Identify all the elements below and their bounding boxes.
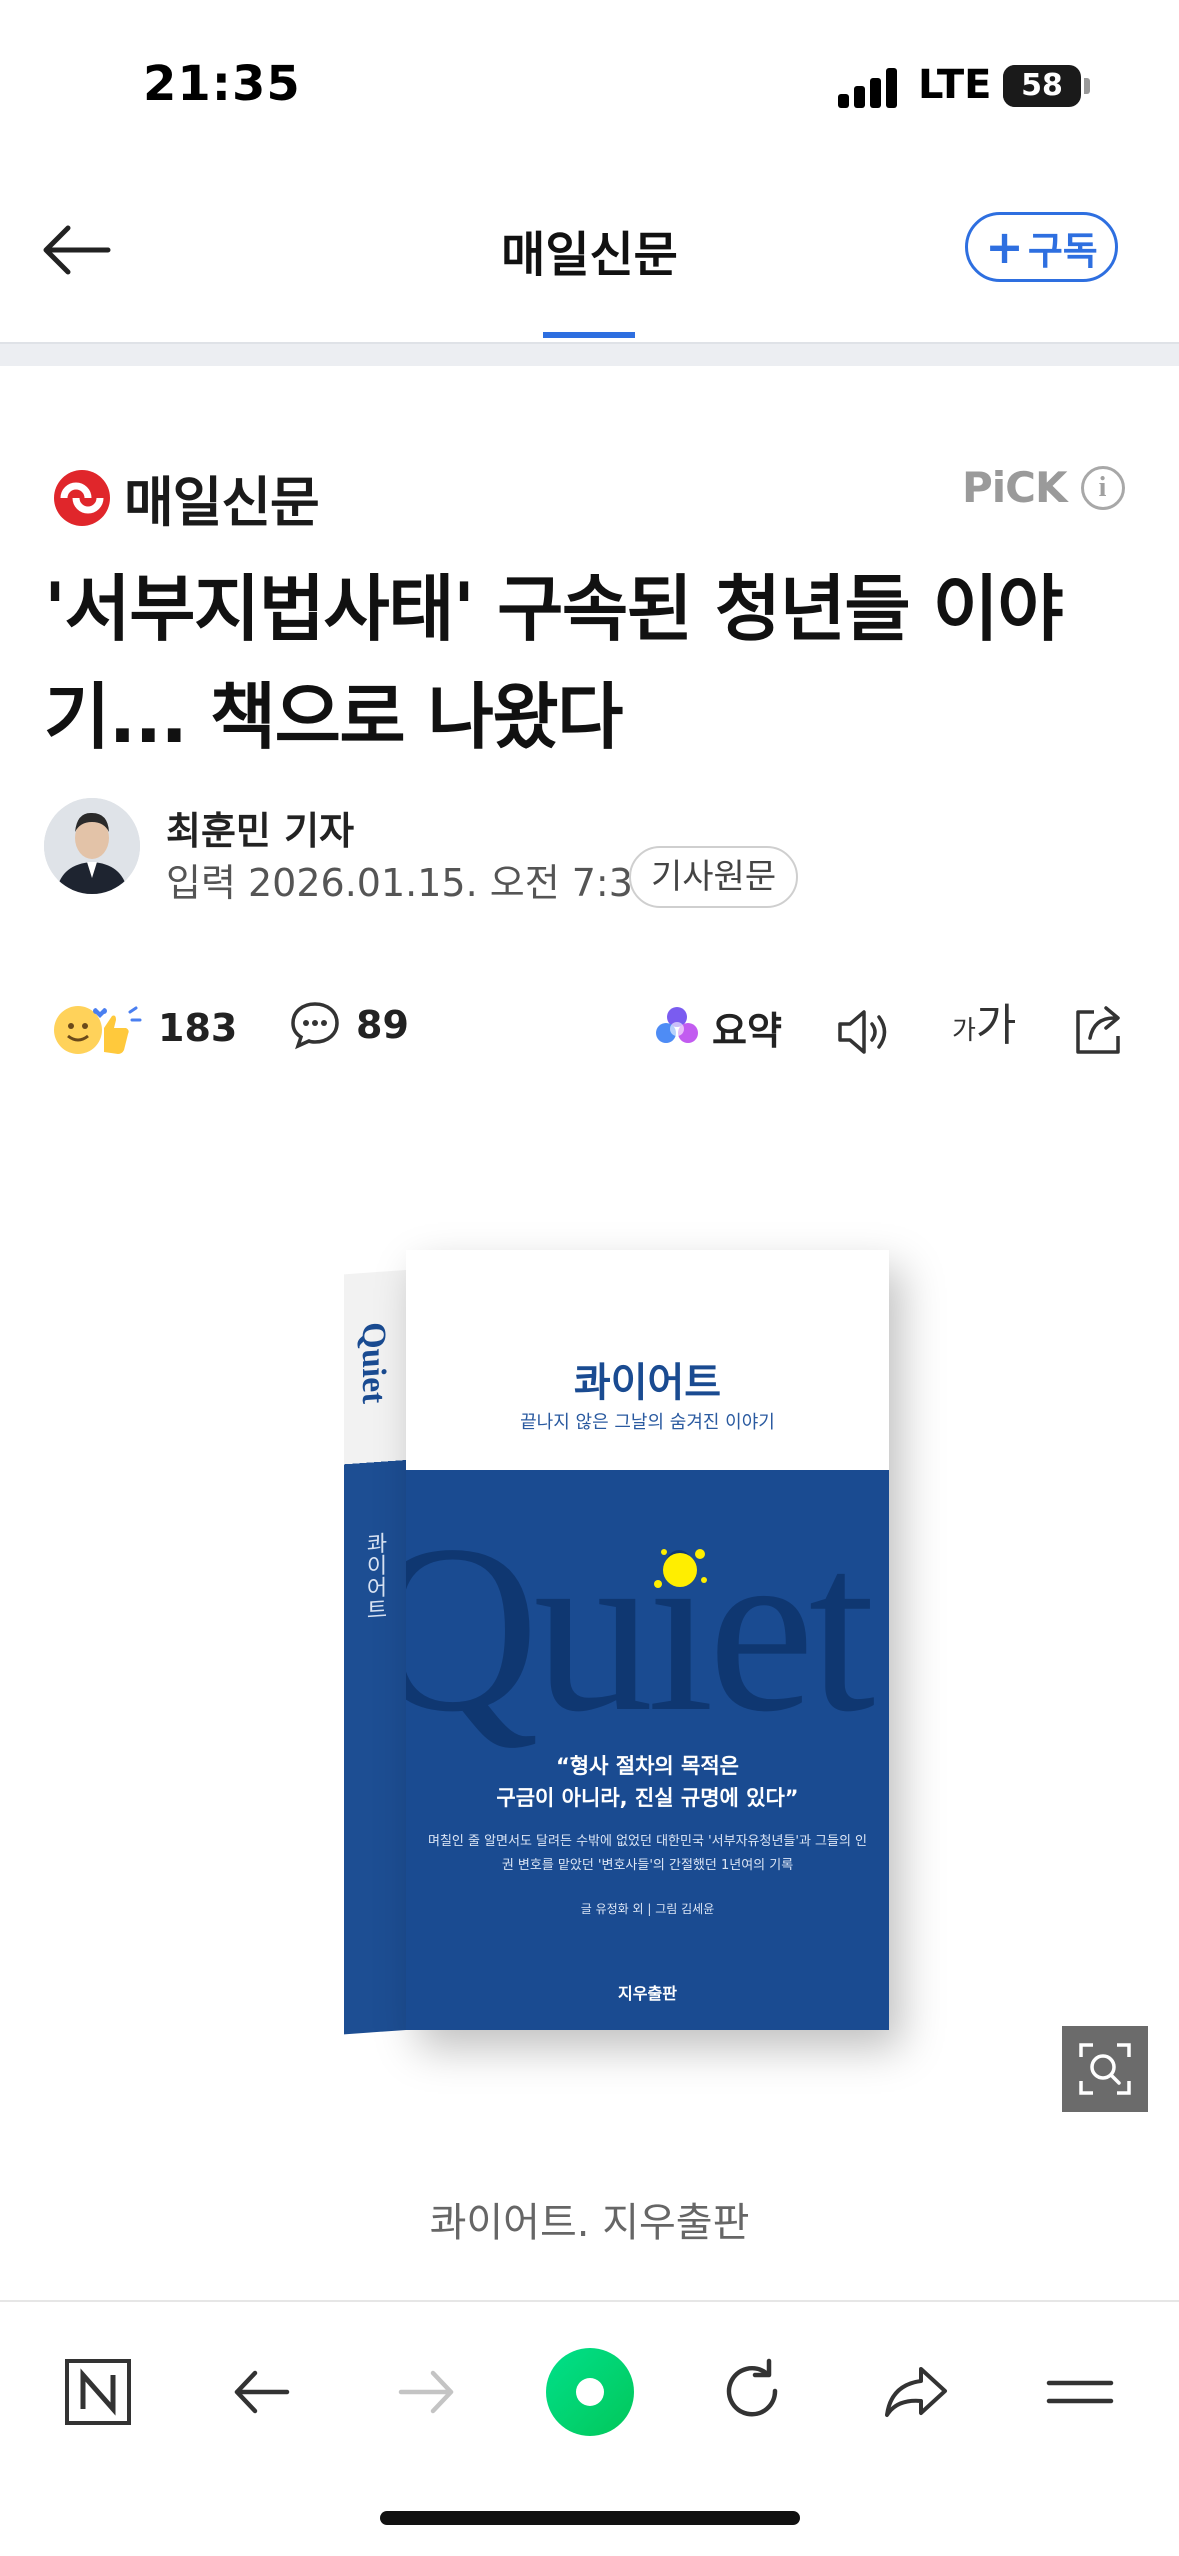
battery-percent: 58 [1021, 68, 1063, 103]
font-size-button[interactable]: 가 가 [952, 1004, 1016, 1048]
status-bar: 21:35 LTE 58 [0, 0, 1179, 170]
reporter-name[interactable]: 최훈민 기자 [166, 800, 354, 855]
reaction-button[interactable]: 183 [52, 998, 237, 1058]
article-actions: 183 89 요약 가 가 [0, 990, 1179, 1080]
battery-icon: 58 [1003, 65, 1081, 107]
green-dot-button[interactable] [540, 2342, 640, 2442]
original-article-button[interactable]: 기사원문 [629, 846, 799, 908]
menu-button[interactable] [1040, 2352, 1120, 2432]
status-time: 21:35 [143, 56, 301, 112]
book-front: 콰이어트 끝나지 않은 그날의 숨겨진 이야기 Quiet “형사 절차의 목적… [406, 1250, 889, 2030]
publish-date: 입력 2026.01.15. 오전 7:31 [166, 861, 658, 905]
reporter-avatar[interactable] [44, 798, 140, 894]
tts-button[interactable] [834, 1004, 898, 1060]
pick-label: PiCK [962, 463, 1068, 512]
book-spine: Quiet 콰이어트 [344, 1270, 406, 2035]
cover-credit: 글 유정화 외 | 그림 김세윤 [580, 1902, 715, 1916]
share-arrow-icon [885, 2367, 947, 2417]
reaction-count: 183 [158, 1006, 238, 1050]
press-logo-icon [54, 469, 110, 526]
comment-button[interactable]: 89 [288, 998, 409, 1052]
cover-big-word: Quiet [406, 1495, 875, 1761]
pick-badge[interactable]: PiCK i [962, 463, 1125, 512]
cover-quote-line-1: “형사 절차의 목적은 [556, 1754, 739, 1778]
zoom-search-icon [1079, 2043, 1131, 2095]
green-dot-icon [546, 2348, 634, 2436]
refresh-button[interactable] [712, 2352, 792, 2432]
share-page-button[interactable] [876, 2352, 956, 2432]
cover-publisher: 지우출판 [618, 1984, 677, 2003]
speaker-icon [838, 1010, 887, 1054]
reaction-emoji-icon [54, 1006, 142, 1054]
press-logo[interactable]: 매일신문 [50, 458, 320, 537]
cover-top: 콰이어트 끝나지 않은 그날의 숨겨진 이야기 [406, 1250, 889, 1470]
font-size-large: 가 [975, 1000, 1017, 1051]
top-navigation: 매일신문 + 구독 [0, 170, 1179, 342]
arrow-left-icon [234, 2370, 290, 2414]
font-size-small: 가 [952, 1016, 976, 1046]
cover-title: 콰이어트 [573, 1359, 722, 1406]
refresh-icon [726, 2358, 778, 2417]
info-icon[interactable]: i [1080, 465, 1125, 510]
naver-home-button[interactable] [58, 2352, 138, 2432]
paint-splash-icon [654, 1549, 707, 1588]
spine-word: Quiet [355, 1320, 392, 1405]
ai-summary-icon [656, 1006, 698, 1043]
cover-quote: “형사 절차의 목적은 구금이 아니라, 진실 규명에 있다” [436, 1750, 859, 1814]
naver-n-icon [65, 2359, 131, 2425]
comment-icon [291, 1002, 339, 1050]
section-divider [0, 342, 1179, 366]
cover-description: 며칠인 줄 알면서도 달려든 수밖에 없었던 대한민국 '서부자유청년들'과 그… [427, 1834, 868, 1873]
cover-subtitle: 끝나지 않은 그날의 숨겨진 이야기 [520, 1412, 775, 1433]
press-name: 매일신문 [124, 471, 320, 534]
subscribe-button[interactable]: + 구독 [965, 212, 1118, 282]
image-zoom-button[interactable] [1062, 2026, 1148, 2112]
comment-count: 89 [356, 1003, 409, 1047]
share-button[interactable] [1068, 1000, 1128, 1060]
signal-icon [838, 68, 900, 108]
spine-title: 콰이어트 [362, 1531, 387, 1622]
article-headline: '서부지법사태' 구속된 청년들 이야기... 책으로 나왔다 [44, 567, 1064, 759]
avatar-image [44, 798, 140, 894]
browser-back-button[interactable] [222, 2352, 302, 2432]
article-image[interactable]: Quiet 콰이어트 콰이어트 끝나지 않은 그날의 숨겨진 이야기 Quiet… [178, 1180, 998, 2120]
cover-quote-line-2: 구금이 아니라, 진실 규명에 있다” [496, 1786, 799, 1810]
battery-cap [1084, 78, 1090, 94]
summary-label: 요약 [712, 1009, 782, 1053]
subscribe-label: 구독 [1027, 228, 1098, 273]
browser-forward-button[interactable] [386, 2352, 466, 2432]
byline: 최훈민 기자 입력 2026.01.15. 오전 7:31 기사원문 [44, 798, 1144, 908]
plus-icon: + [985, 220, 1024, 274]
network-type: LTE [918, 62, 992, 108]
home-indicator[interactable] [380, 2511, 800, 2525]
arrow-right-icon [398, 2370, 454, 2414]
image-caption: 콰이어트. 지우출판 [429, 2200, 750, 2246]
book-cover-image: Quiet 콰이어트 콰이어트 끝나지 않은 그날의 숨겨진 이야기 Quiet… [344, 1230, 889, 2090]
summary-button[interactable]: 요약 [652, 1000, 782, 1055]
cover-bottom: Quiet “형사 절차의 목적은 구금이 아니라, 진실 규명에 있다” 며칠… [406, 1470, 889, 2030]
share-icon [1076, 1006, 1120, 1054]
nav-active-indicator [543, 332, 635, 338]
hamburger-menu-icon [1046, 2380, 1114, 2404]
